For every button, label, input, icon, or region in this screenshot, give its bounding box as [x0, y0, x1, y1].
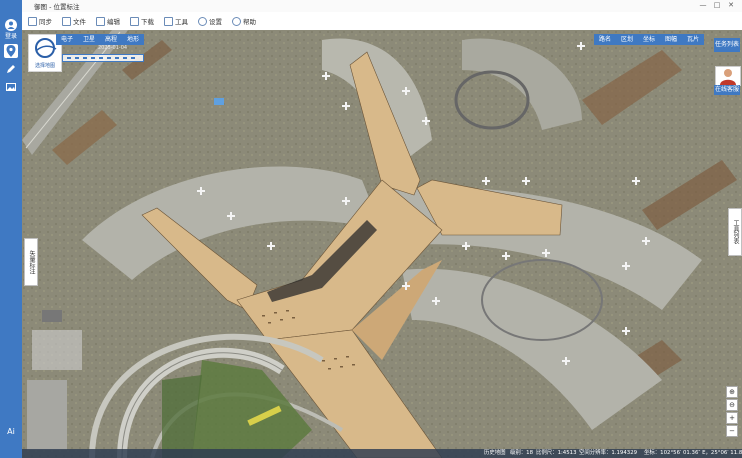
- zoom-out-button[interactable]: −: [726, 425, 738, 437]
- online-service-button[interactable]: 在线客服: [714, 85, 740, 95]
- file-button[interactable]: 文件: [62, 16, 86, 26]
- tab-electronic[interactable]: 电子: [56, 34, 78, 45]
- help-button[interactable]: 帮助: [232, 16, 256, 26]
- zoom-in-button[interactable]: +: [726, 412, 738, 424]
- task-list-button[interactable]: 任务列表: [714, 38, 740, 52]
- airport-imagery: [22, 30, 742, 458]
- ai-label[interactable]: Ai: [0, 427, 22, 436]
- satellite-map[interactable]: 选择地图 电子 卫星 高程 地形 2023-01-04 路名 区划 坐标 图幅 …: [22, 30, 742, 458]
- tools-button[interactable]: 工具: [164, 16, 188, 26]
- tab-terrain[interactable]: 地形: [122, 34, 144, 45]
- maximize-button[interactable]: □: [712, 1, 722, 9]
- zoom-level: 级别：18: [510, 450, 534, 456]
- login-label[interactable]: 登录: [0, 31, 22, 40]
- pen-icon[interactable]: [4, 62, 18, 76]
- toolbox-icon: [164, 16, 173, 26]
- location-pin-icon[interactable]: [4, 44, 18, 58]
- tab-satellite[interactable]: 卫星: [78, 34, 100, 45]
- user-icon[interactable]: [4, 18, 18, 32]
- vector-annotation-panel-toggle[interactable]: 矢量标注: [24, 238, 38, 286]
- tab-coordinates[interactable]: 坐标: [638, 34, 660, 45]
- folder-icon: [62, 16, 71, 26]
- logo-label: 选择地图: [34, 63, 55, 69]
- tab-elevation[interactable]: 高程: [100, 34, 122, 45]
- window-title: 御图 - 位置标注: [34, 3, 80, 11]
- settings-button[interactable]: 设置: [198, 16, 222, 26]
- reset-control[interactable]: ⊖: [726, 399, 738, 411]
- download-button[interactable]: 下载: [130, 16, 154, 26]
- locate-control[interactable]: ⊕: [726, 386, 738, 398]
- download-icon: [130, 16, 139, 26]
- history-map-link[interactable]: 历史地图: [484, 449, 506, 458]
- cursor-coordinates: 坐标：102°56′ 01.36″ E，25°06′ 11.86″ N: [644, 450, 742, 456]
- imagery-date: 2023-01-04: [98, 45, 128, 51]
- app-rail: 登录 Ai: [0, 0, 22, 458]
- tab-map-sheet[interactable]: 图幅: [660, 34, 682, 45]
- map-scale: 比例尺：1:4513: [536, 450, 577, 456]
- edit-button[interactable]: 编辑: [96, 16, 120, 26]
- image-icon[interactable]: [4, 80, 18, 94]
- timeline-slider[interactable]: [62, 54, 144, 62]
- edit-icon: [96, 16, 105, 26]
- status-bar: 历史地图 级别：18 比例尺：1:4513 空间分辨率：1.194329 坐标：…: [22, 449, 742, 458]
- service-avatar[interactable]: [715, 66, 741, 86]
- spatial-resolution: 空间分辨率：1.194329: [579, 450, 638, 456]
- cloud-icon: [28, 16, 37, 26]
- tab-tiles[interactable]: 瓦片: [682, 34, 704, 45]
- main-toolbar: 同步 文件 编辑 下载 工具 设置 帮助: [22, 12, 742, 31]
- minimize-button[interactable]: —: [698, 1, 708, 9]
- sync-button[interactable]: 同步: [28, 16, 52, 26]
- close-button[interactable]: ✕: [726, 1, 736, 9]
- gear-icon: [198, 16, 207, 26]
- tab-districts[interactable]: 区划: [616, 34, 638, 45]
- tab-road-names[interactable]: 路名: [594, 34, 616, 45]
- help-icon: [232, 16, 241, 26]
- tool-list-panel-toggle[interactable]: 工具列表: [728, 208, 742, 256]
